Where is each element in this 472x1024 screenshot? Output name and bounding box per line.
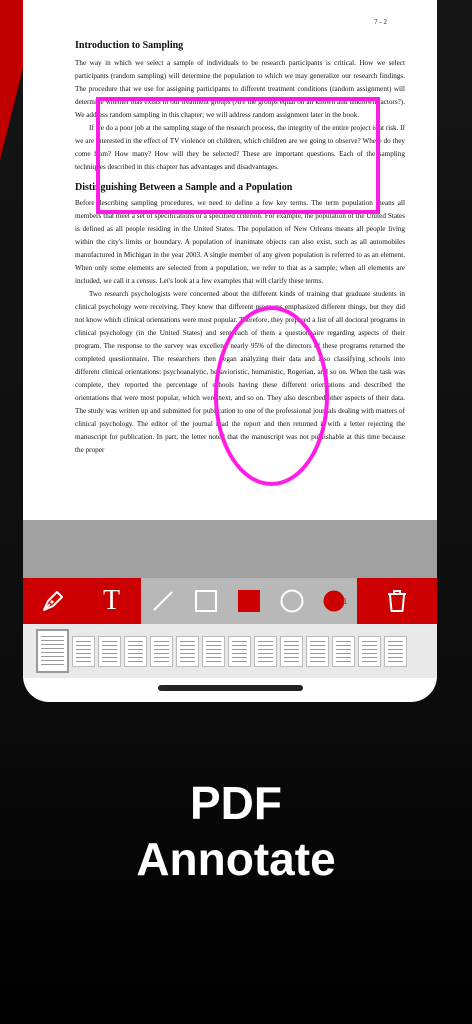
ellipse-annotation[interactable] [214, 306, 329, 486]
pdf-page[interactable]: 7 - 2 Introduction to Sampling The way i… [23, 0, 437, 520]
page-thumbnail[interactable] [36, 629, 69, 673]
page-thumbnail[interactable] [332, 635, 355, 667]
circle-filled-tool-button[interactable]: 1 [315, 581, 355, 621]
rectangle-outline-tool-button[interactable] [186, 581, 226, 621]
line-tool-button[interactable] [143, 581, 183, 621]
page-thumbnail[interactable] [176, 635, 199, 667]
circle-outline-tool-button[interactable] [272, 581, 312, 621]
pen-icon [42, 591, 63, 611]
page-thumbnail[interactable] [150, 635, 173, 667]
text-tool-button[interactable]: T [92, 581, 132, 621]
rectangle-filled-tool-button[interactable] [229, 581, 269, 621]
delete-button[interactable] [377, 581, 417, 621]
promo-caption: PDF Annotate [0, 775, 472, 887]
page-thumbnail[interactable] [72, 635, 95, 667]
page-thumbnail[interactable] [358, 635, 381, 667]
caption-line-1: PDF [190, 777, 282, 829]
svg-text:1: 1 [343, 597, 348, 606]
rectangle-annotation[interactable] [96, 97, 380, 214]
circle-filled-icon: 1 [323, 590, 348, 612]
page-thumbnail[interactable] [254, 635, 277, 667]
page-thumbnail[interactable] [280, 635, 303, 667]
toolbar-left-group: T [23, 578, 141, 624]
page-thumbnail[interactable] [228, 635, 251, 667]
page-thumbnail-strip[interactable] [23, 624, 437, 678]
heading-introduction: Introduction to Sampling [75, 40, 184, 51]
home-indicator[interactable] [158, 685, 303, 691]
page-number: 7 - 2 [374, 18, 387, 26]
toolbar-right-group [357, 578, 437, 624]
rectangle-outline-icon [194, 590, 217, 612]
page-thumbnail[interactable] [98, 635, 121, 667]
page-thumbnail[interactable] [306, 635, 329, 667]
circle-outline-icon [280, 589, 304, 613]
toolbar-shapes-group: 1 [141, 578, 357, 624]
page-thumbnail[interactable] [384, 635, 407, 667]
text-icon: T [102, 585, 121, 616]
line-icon [152, 591, 173, 611]
annotation-toolbar: T 1 [23, 578, 437, 624]
page-thumbnail[interactable] [124, 635, 147, 667]
rectangle-filled-icon [237, 590, 260, 612]
pen-tool-button[interactable] [33, 581, 73, 621]
trash-icon [388, 590, 406, 612]
canvas-gutter [23, 520, 437, 578]
device-screen: 7 - 2 Introduction to Sampling The way i… [23, 0, 437, 702]
page-thumbnail[interactable] [202, 635, 225, 667]
caption-line-2: Annotate [136, 833, 336, 885]
